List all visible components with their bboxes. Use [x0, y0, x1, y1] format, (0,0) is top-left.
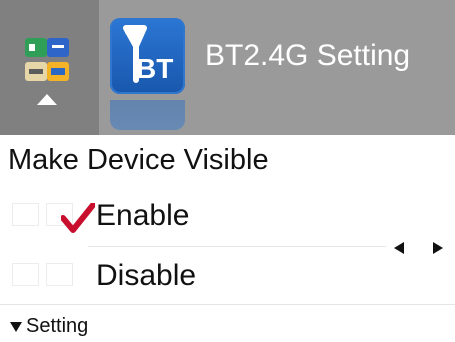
divider — [88, 246, 386, 247]
arrow-left-icon[interactable] — [394, 242, 404, 254]
arrow-right-icon[interactable] — [433, 242, 443, 254]
triangle-up-icon — [37, 94, 57, 105]
page-title: BT2.4G Setting — [205, 39, 411, 72]
checkmark-icon — [61, 203, 95, 233]
connection-apps-icon — [17, 34, 81, 86]
ghost-box — [12, 263, 39, 286]
screen: BT BT BT2.4G Setting Make Device Visible… — [0, 0, 455, 342]
divider — [0, 304, 455, 305]
option-label: Disable — [96, 259, 197, 292]
option-arrows — [386, 238, 448, 258]
option-enable[interactable]: Enable — [0, 189, 455, 245]
app-icon-text: BT — [136, 53, 174, 84]
footer-setting-button[interactable]: Setting — [26, 315, 88, 338]
triangle-down-icon — [10, 322, 22, 332]
bluetooth-antenna-icon: BT — [110, 18, 185, 94]
option-label: Enable — [96, 199, 190, 232]
app-icon-reflection: BT — [110, 100, 185, 130]
nav-menu-button[interactable] — [0, 0, 99, 135]
header: BT BT BT2.4G Setting — [0, 0, 455, 135]
section-label: Make Device Visible — [8, 144, 269, 176]
ghost-box — [12, 203, 39, 226]
ghost-box — [46, 263, 73, 286]
footer: Setting — [0, 311, 455, 342]
